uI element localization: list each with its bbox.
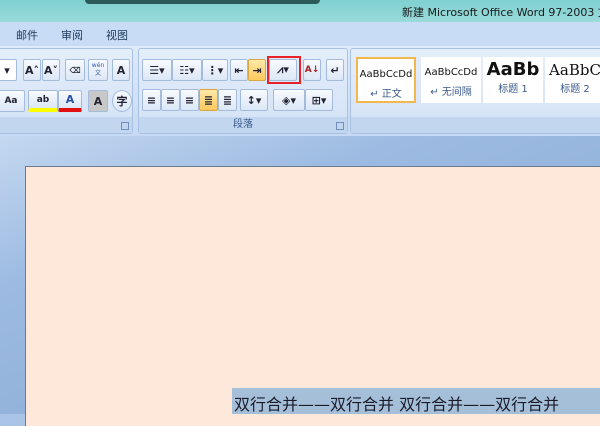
font-size-dropdown[interactable]: ▾ [0, 59, 17, 81]
font-color-button[interactable]: A [58, 90, 82, 112]
ribbon-tabs: 邮件 审阅 视图 [0, 22, 600, 46]
style-heading-2[interactable]: AaBbC 标题 2 [545, 57, 600, 103]
phonetic-guide-button[interactable]: wén文 [88, 59, 108, 81]
shading-button[interactable]: ◈▾ [273, 89, 305, 111]
styles-group: AaBbCcDd ↵ 正文 AaBbCcDd ↵ 无间隔 AaBb 标题 1 AaBb… [350, 48, 600, 134]
borders-button[interactable]: ⊞▾ [305, 89, 333, 111]
tab-view[interactable]: 视图 [106, 27, 128, 43]
tab-review[interactable]: 审阅 [61, 27, 83, 43]
style-normal[interactable]: AaBbCcDd ↵ 正文 [356, 57, 416, 103]
style-heading-1[interactable]: AaBb 标题 1 [483, 57, 543, 103]
justify-button[interactable]: ≣ [199, 89, 218, 111]
tab-mailings[interactable]: 邮件 [16, 27, 38, 43]
grow-font-button[interactable]: A˄ [23, 59, 41, 81]
change-case-button[interactable]: Aa [0, 90, 25, 112]
highlight-box [267, 56, 301, 84]
styles-group-label [351, 117, 600, 133]
shrink-font-button[interactable]: A˅ [42, 59, 60, 81]
char-border-button[interactable]: A [112, 59, 130, 81]
paragraph-group: ☰▾ ☷▾ ⋮▾ ⇤ ⇥ ⩘▾ A↓ ↵ ≡ ≡ ≡ ≣ ≣ ↕▾ ◈▾ ⊞▾ … [138, 48, 348, 134]
char-shading-button[interactable]: A [88, 90, 108, 112]
font-group-label: 字体 [0, 117, 132, 133]
title-decoration [85, 0, 320, 4]
selected-text[interactable]: 双行合并——双行合并 双行合并——双行合并 [232, 388, 600, 414]
align-center-button[interactable]: ≡ [161, 89, 180, 111]
highlight-color-button[interactable]: ab [28, 90, 58, 112]
line-spacing-button[interactable]: ↕▾ [240, 89, 268, 111]
font-group: ▾ A˄ A˅ ⌫ wén文 A Aa ab A A 字 字体 [0, 48, 133, 134]
dialog-launcher-icon[interactable] [121, 122, 129, 130]
enclose-char-button[interactable]: 字 [112, 90, 132, 112]
dialog-launcher-icon[interactable] [336, 122, 344, 130]
show-marks-button[interactable]: ↵ [326, 59, 344, 81]
distributed-button[interactable]: ≣ [218, 89, 237, 111]
document-page[interactable] [25, 166, 600, 426]
bullets-button[interactable]: ☰▾ [142, 59, 172, 81]
align-right-button[interactable]: ≡ [180, 89, 199, 111]
multilevel-list-button[interactable]: ⋮▾ [202, 59, 228, 81]
decrease-indent-button[interactable]: ⇤ [230, 59, 248, 81]
sort-button[interactable]: A↓ [303, 59, 321, 81]
align-left-button[interactable]: ≡ [142, 89, 161, 111]
numbering-button[interactable]: ☷▾ [172, 59, 202, 81]
paragraph-group-label: 段落 [139, 117, 347, 133]
window-title: 新建 Microsoft Office Word 97-2003 文档 [402, 6, 600, 19]
clear-format-button[interactable]: ⌫ [65, 59, 85, 81]
style-no-spacing[interactable]: AaBbCcDd ↵ 无间隔 [421, 57, 481, 103]
title-bar: 新建 Microsoft Office Word 97-2003 文档 [0, 0, 600, 22]
ribbon: ▾ A˄ A˅ ⌫ wén文 A Aa ab A A 字 字体 ☰▾ ☷▾ ⋮▾… [0, 46, 600, 136]
increase-indent-button[interactable]: ⇥ [248, 59, 266, 81]
